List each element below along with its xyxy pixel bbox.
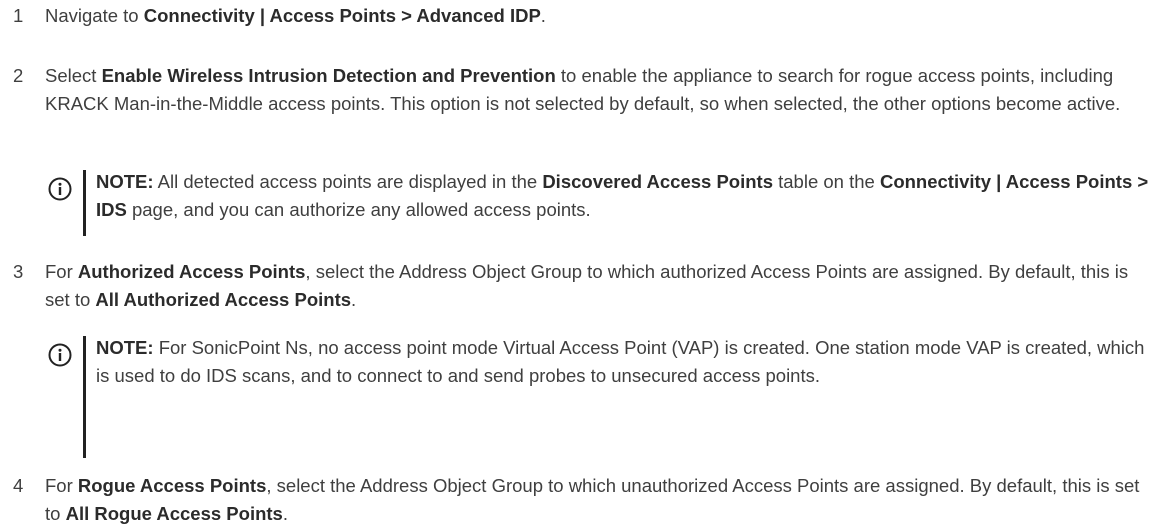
step-text: For Authorized Access Points, select the… <box>45 261 1129 310</box>
note-label: NOTE: <box>96 171 154 192</box>
menu-path: Connectivity | Access Points > Advanced … <box>143 5 541 26</box>
step-number: 4 <box>13 475 24 496</box>
step-text: Select Enable Wireless Intrusion Detecti… <box>45 65 1121 114</box>
step-text: Navigate to Connectivity | Access Points… <box>45 5 546 26</box>
note-divider <box>83 170 86 236</box>
note-text: NOTE: For SonicPoint Ns, no access point… <box>96 337 1145 386</box>
document-page: 1 Navigate to Connectivity | Access Poin… <box>0 0 1168 525</box>
step-text: For Rogue Access Points, select the Addr… <box>45 475 1140 524</box>
step-number: 1 <box>13 5 24 26</box>
option-name: Enable Wireless Intrusion Detection and … <box>101 65 556 86</box>
step-number: 2 <box>13 65 24 86</box>
note-divider <box>83 336 86 458</box>
note-2: NOTE: For SonicPoint Ns, no access point… <box>48 334 1156 458</box>
note-1: NOTE: All detected access points are dis… <box>48 168 1156 236</box>
info-icon <box>48 343 72 367</box>
note-label: NOTE: <box>96 337 154 358</box>
info-icon <box>48 177 72 201</box>
note-text: NOTE: All detected access points are dis… <box>96 171 1149 220</box>
step-number: 3 <box>13 261 24 282</box>
